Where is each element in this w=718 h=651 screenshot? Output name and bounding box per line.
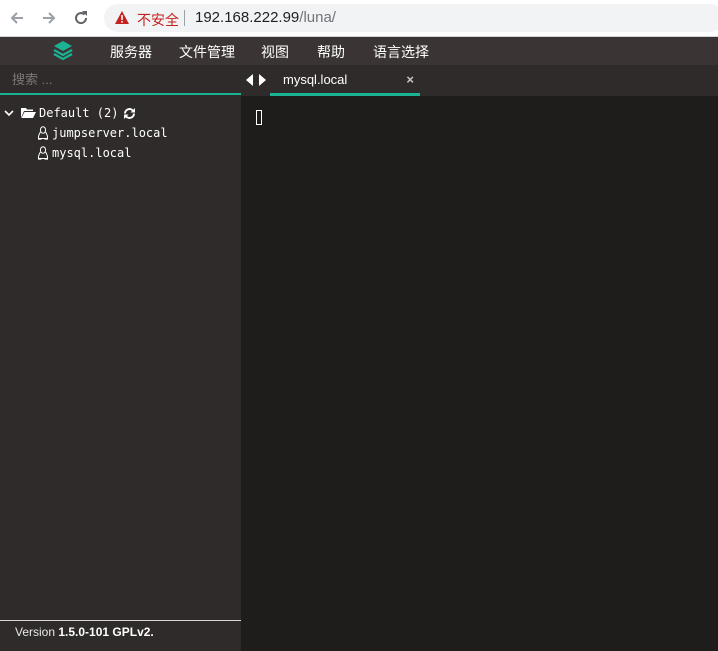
tab-bar: mysql.local × (241, 65, 718, 96)
version-footer: Version 1.5.0-101 GPLv2. (0, 620, 241, 651)
folder-open-icon (21, 107, 36, 119)
refresh-icon[interactable] (123, 107, 136, 120)
warning-icon (115, 11, 129, 24)
version-prefix: Version (15, 625, 59, 639)
tab-mysql-local[interactable]: mysql.local × (270, 65, 420, 96)
arrow-left-icon (10, 12, 23, 24)
search-input[interactable] (0, 65, 241, 95)
back-button[interactable] (6, 7, 28, 29)
divider (184, 10, 185, 26)
sidebar: Default (2) jumpserver.local mysql.local… (0, 65, 241, 651)
tree-host-jumpserver[interactable]: jumpserver.local (37, 123, 168, 143)
security-label[interactable]: 不安全 (137, 10, 179, 30)
url-host: 192.168.222.99 (195, 9, 300, 26)
arrow-right-icon (43, 12, 56, 24)
tree-group-default[interactable]: Default (2) (3, 103, 139, 123)
tab-close-icon[interactable]: × (406, 72, 414, 87)
tree-group-label: Default (2) (39, 106, 119, 120)
menu-language[interactable]: 语言选择 (373, 42, 429, 62)
menu-view[interactable]: 视图 (261, 42, 289, 62)
menu-servers[interactable]: 服务器 (110, 42, 152, 62)
forward-button[interactable] (38, 7, 60, 29)
chevron-down-icon[interactable] (3, 107, 15, 119)
caret-left-icon[interactable] (246, 74, 254, 86)
menu-help[interactable]: 帮助 (317, 42, 345, 62)
top-menu-bar: 服务器 文件管理 视图 帮助 语言选择 (0, 37, 718, 65)
url-text[interactable]: 192.168.222.99/luna/ (195, 9, 336, 26)
linux-icon (37, 126, 49, 140)
reload-icon (75, 11, 88, 25)
version-number: 1.5.0-101 GPLv2. (58, 625, 154, 639)
browser-toolbar: 不安全 192.168.222.99/luna/ (0, 0, 718, 37)
host-label: mysql.local (52, 146, 132, 160)
caret-right-icon[interactable] (258, 74, 266, 86)
terminal-cursor (256, 110, 262, 125)
linux-icon (37, 146, 49, 160)
tab-scroll-buttons[interactable] (246, 74, 266, 86)
tab-title: mysql.local (283, 72, 348, 87)
tree-host-mysql[interactable]: mysql.local (37, 143, 131, 163)
menu-file-manager[interactable]: 文件管理 (179, 42, 235, 62)
host-label: jumpserver.local (52, 126, 168, 140)
terminal-area[interactable] (241, 96, 718, 651)
address-bar[interactable]: 不安全 192.168.222.99/luna/ (104, 4, 718, 32)
jumpserver-logo-icon (53, 41, 73, 61)
url-path: /luna/ (299, 9, 336, 26)
reload-button[interactable] (70, 7, 92, 29)
